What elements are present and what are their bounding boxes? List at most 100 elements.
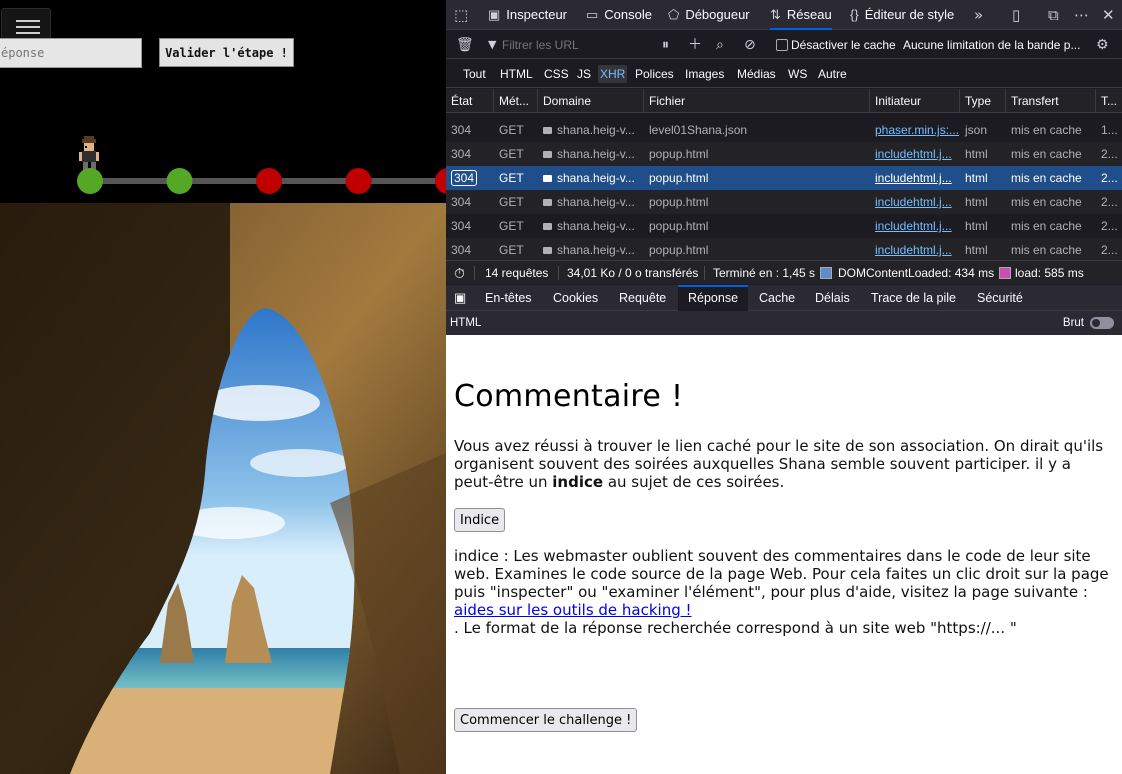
col-status[interactable]: État	[446, 89, 494, 113]
lock-icon	[543, 151, 552, 158]
level-step-3[interactable]	[256, 168, 282, 194]
type-html[interactable]: HTML	[498, 65, 535, 83]
domcontentloaded-time: DOMContentLoaded: 434 ms	[838, 266, 995, 280]
request-row[interactable]: 304 GET shana.heig-v... popup.html includeht…	[446, 214, 1122, 238]
col-file[interactable]: Fichier	[644, 89, 870, 113]
cell-domain: shana.heig-v...	[538, 166, 644, 190]
type-media[interactable]: Médias	[735, 65, 778, 83]
cell-transfer: mis en cache	[1011, 123, 1082, 137]
cell-type: html	[965, 243, 988, 257]
close-icon[interactable]: ✕	[1102, 0, 1115, 30]
request-row[interactable]: 304 GET shana.heig-v... popup.html includeht…	[446, 190, 1122, 214]
cell-method: GET	[499, 147, 524, 161]
type-all[interactable]: Tout	[461, 65, 488, 83]
throttling-select[interactable]: Aucune limitation de la bande p...	[903, 31, 1088, 59]
tab-style-editor[interactable]: {} Éditeur de style	[850, 0, 954, 30]
tab-cache[interactable]: Cache	[759, 285, 795, 311]
type-fonts[interactable]: Polices	[633, 65, 676, 83]
lock-icon	[543, 127, 552, 134]
tab-response[interactable]: Réponse	[678, 285, 749, 311]
tab-timings[interactable]: Délais	[815, 285, 850, 311]
toggle-sidebar-icon[interactable]: ▣	[454, 285, 466, 311]
cell-initiator[interactable]: includehtml.j...	[870, 214, 960, 238]
col-domain[interactable]: Domaine	[538, 89, 644, 113]
disable-cache-checkbox[interactable]	[776, 39, 788, 51]
col-initiator[interactable]: Initiateur	[870, 89, 960, 113]
finish-time: Terminé en : 1,45 s	[713, 266, 816, 280]
cell-initiator[interactable]: phaser.min.js:...	[870, 118, 960, 142]
more-options-icon[interactable]: ⋯	[1074, 0, 1089, 30]
level-step-4[interactable]	[345, 168, 372, 194]
cell-type: html	[965, 147, 988, 161]
cell-type: html	[965, 171, 988, 185]
request-row[interactable]: 304 GET shana.heig-v... popup.html includeht…	[446, 142, 1122, 166]
tab-label: Console	[604, 7, 652, 22]
cell-initiator[interactable]: includehtml.j...	[870, 190, 960, 214]
element-picker-icon[interactable]: ⬚	[454, 0, 468, 30]
tab-headers[interactable]: En-têtes	[485, 285, 532, 311]
tab-cookies[interactable]: Cookies	[553, 285, 598, 311]
hint-paragraph: indice : Les webmaster oublient souvent …	[454, 547, 1114, 637]
level-step-2[interactable]	[166, 168, 193, 194]
type-ws[interactable]: WS	[786, 65, 809, 83]
cell-method: GET	[499, 171, 524, 185]
cell-initiator[interactable]: includehtml.j...	[870, 166, 960, 190]
url-filter-input[interactable]	[502, 35, 662, 55]
tab-debugger[interactable]: ⬠ Débogueur	[668, 0, 750, 30]
col-time[interactable]: T...	[1096, 89, 1122, 113]
trash-icon[interactable]: 🗑	[456, 31, 474, 59]
type-other[interactable]: Autre	[816, 65, 849, 83]
request-row[interactable]: 304 GET shana.heig-v... level01Shana.json ph…	[446, 118, 1122, 142]
type-xhr[interactable]: XHR	[598, 65, 628, 83]
tab-request[interactable]: Requête	[619, 285, 666, 311]
raw-toggle[interactable]	[1090, 317, 1114, 329]
cell-type: html	[965, 219, 988, 233]
dock-layout-icon[interactable]: ▯	[1012, 0, 1020, 30]
hacking-help-link[interactable]: aides sur les outils de hacking !	[454, 601, 692, 619]
settings-gear-icon[interactable]: ⚙	[1096, 31, 1109, 59]
domain-text: shana.heig-v...	[557, 219, 635, 233]
type-images[interactable]: Images	[683, 65, 726, 83]
cell-domain: shana.heig-v...	[538, 214, 644, 238]
col-type[interactable]: Type	[960, 89, 1006, 113]
request-row[interactable]: 304 GET shana.heig-v... popup.html includeht…	[446, 166, 1122, 190]
col-method[interactable]: Mét...	[494, 89, 538, 113]
type-css[interactable]: CSS	[542, 65, 571, 83]
answer-format-text: . Le format de la réponse recherchée cor…	[454, 619, 1017, 637]
lock-icon	[543, 247, 552, 254]
validate-step-button[interactable]: Valider l'étape !	[159, 38, 294, 67]
tab-console[interactable]: ▭ Console	[586, 0, 652, 30]
cell-initiator[interactable]: includehtml.j...	[870, 238, 960, 260]
response-header-bar: HTML Brut	[446, 311, 1122, 335]
tab-stack-trace[interactable]: Trace de la pile	[871, 285, 956, 311]
search-icon[interactable]: ⌕	[716, 31, 724, 59]
cell-status: 304	[451, 243, 472, 257]
tab-inspector[interactable]: ▣ Inspecteur	[488, 0, 567, 30]
cell-t: 2...	[1101, 147, 1118, 161]
add-request-icon[interactable]: ＋	[688, 31, 702, 59]
cell-initiator[interactable]: includehtml.j...	[870, 142, 960, 166]
col-transfer[interactable]: Transfert	[1006, 89, 1096, 113]
tab-security[interactable]: Sécurité	[977, 285, 1023, 311]
answer-input[interactable]	[0, 38, 142, 68]
hint-button[interactable]: Indice	[454, 508, 506, 532]
intro-paragraph: Vous avez réussi à trouver le lien caché…	[454, 437, 1114, 491]
tab-network[interactable]: ⇅ Réseau	[770, 0, 832, 30]
devtools-toolbar: ⬚ ▣ Inspecteur ▭ Console ⬠ Débogueur ⇅ Résea…	[446, 0, 1122, 30]
level-step-5[interactable]	[435, 168, 446, 194]
cell-file: level01Shana.json	[649, 123, 748, 137]
start-challenge-button[interactable]: Commencer le challenge !	[454, 708, 638, 732]
load-time: load: 585 ms	[1015, 266, 1084, 280]
cell-domain: shana.heig-v...	[538, 118, 644, 142]
tab-label: Inspecteur	[506, 7, 567, 22]
cell-status: 304	[451, 195, 472, 209]
block-icon[interactable]: ⊘	[744, 31, 756, 59]
raw-label: Brut	[1062, 317, 1084, 329]
responsive-design-icon[interactable]: ⧉	[1048, 0, 1059, 30]
more-tabs-chevron-icon[interactable]: »	[974, 0, 983, 30]
type-js[interactable]: JS	[575, 65, 593, 83]
pause-icon[interactable]: ⏸	[662, 31, 669, 59]
level-step-1[interactable]	[77, 168, 103, 194]
request-row[interactable]: 304 GET shana.heig-v... popup.html includeht…	[446, 238, 1122, 260]
menu-icon-bar	[16, 26, 40, 28]
